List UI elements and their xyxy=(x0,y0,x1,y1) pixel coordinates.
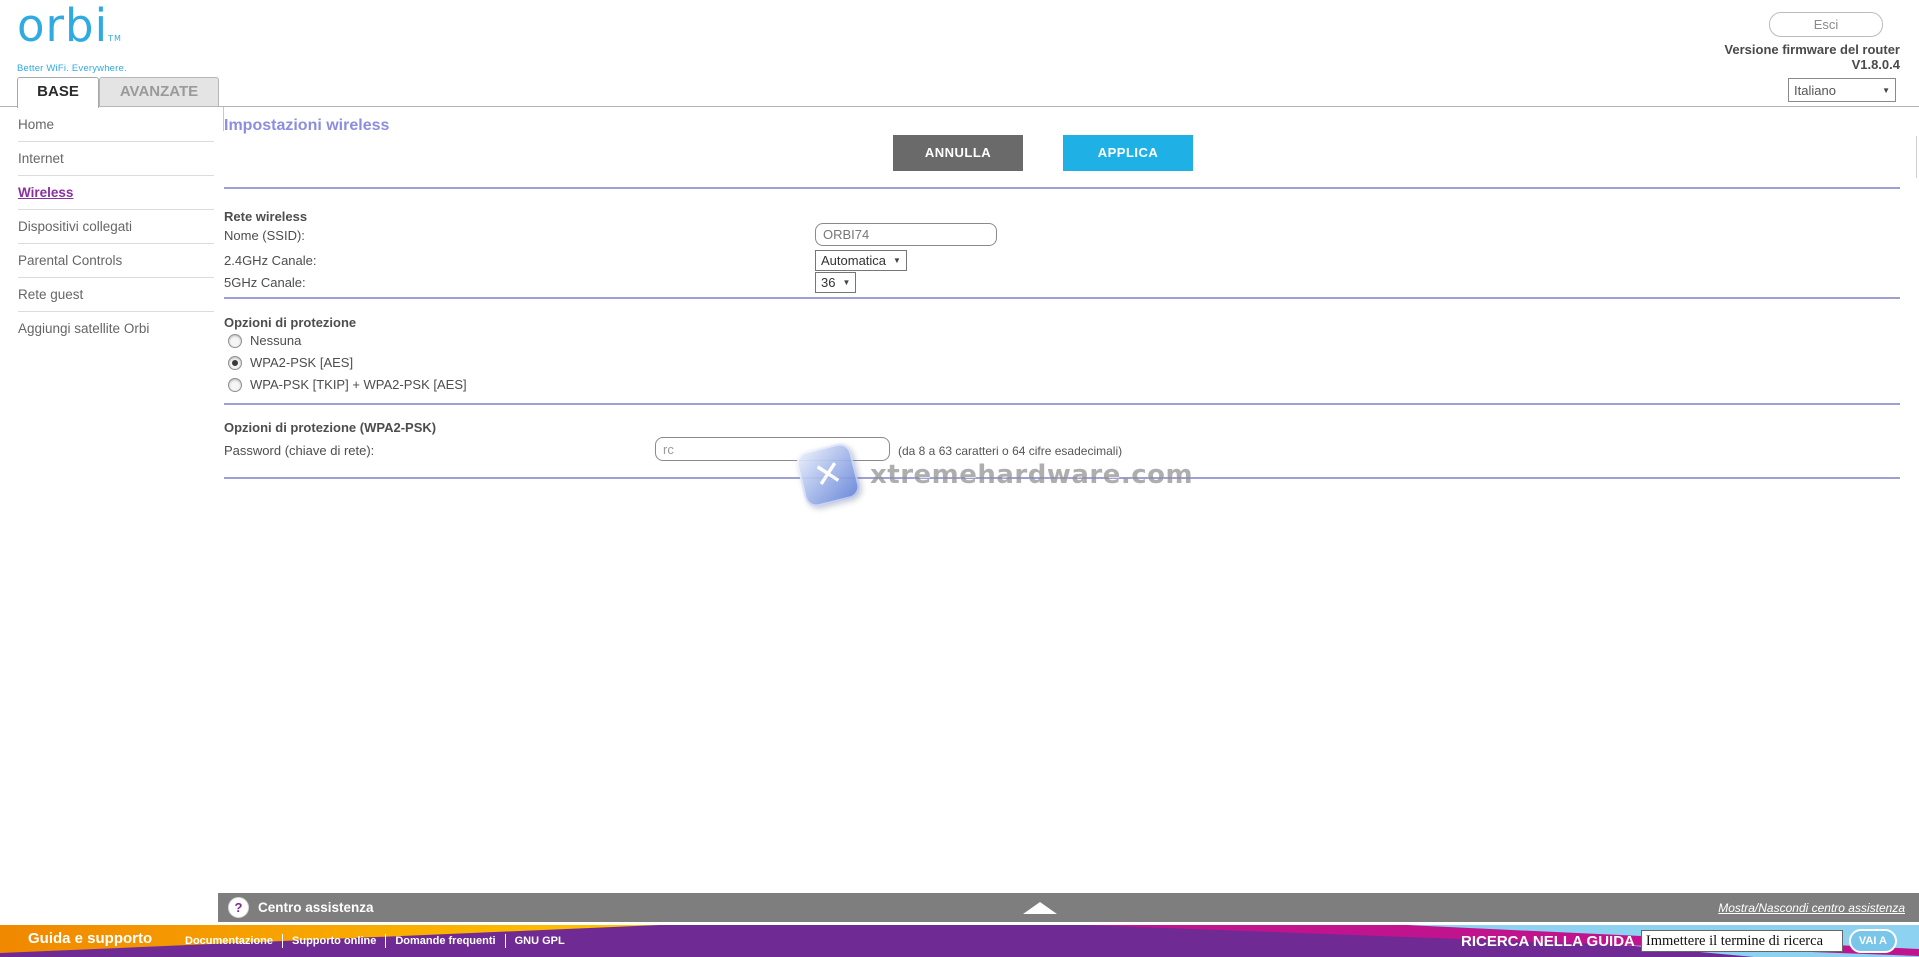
footer-bar: Guida e supporto Documentazione Supporto… xyxy=(0,925,1919,957)
sidebar-item-aggiungi-satellite[interactable]: Aggiungi satellite Orbi xyxy=(18,312,214,345)
radio-icon[interactable] xyxy=(228,333,242,348)
watermark-text: xtremehardware.com xyxy=(870,460,1194,490)
radio-option-wpa2-psk-aes[interactable]: WPA2-PSK [AES] xyxy=(228,355,353,370)
ssid-label: Nome (SSID): xyxy=(224,228,305,243)
section-divider xyxy=(224,187,1900,189)
tab-base[interactable]: BASE xyxy=(17,77,99,108)
radio-option-nessuna[interactable]: Nessuna xyxy=(228,333,301,348)
password-label: Password (chiave di rete): xyxy=(224,443,375,458)
tab-avanzate[interactable]: AVANZATE xyxy=(99,77,219,107)
sidebar-item-home[interactable]: Home xyxy=(18,108,214,142)
xtremehardware-watermark: ✕ xtremehardware.com xyxy=(794,441,1194,509)
chevron-down-icon: ▼ xyxy=(842,278,851,287)
orbi-logo-text: orbiTM xyxy=(17,0,122,52)
section-title-wpa2-psk: Opzioni di protezione (WPA2-PSK) xyxy=(224,420,437,435)
channel-24ghz-selected-value: Automatica xyxy=(821,253,887,268)
x-glyph: ✕ xyxy=(809,452,847,498)
link-separator xyxy=(504,934,506,948)
sidebar-item-parental-controls[interactable]: Parental Controls xyxy=(18,244,214,278)
chevron-down-icon: ▼ xyxy=(893,256,901,265)
channel-24ghz-select[interactable]: Automatica ▼ xyxy=(815,250,907,271)
radio-icon[interactable] xyxy=(228,355,242,370)
sidebar-item-rete-guest[interactable]: Rete guest xyxy=(18,278,214,312)
orbi-logo: orbiTM Better WiFi. Everywhere. xyxy=(17,0,127,75)
trademark-symbol: TM xyxy=(108,34,122,43)
ssid-input[interactable] xyxy=(815,223,997,246)
apply-button[interactable]: APPLICA xyxy=(1063,135,1193,171)
link-supporto-online[interactable]: Supporto online xyxy=(292,935,376,947)
sidebar-item-internet[interactable]: Internet xyxy=(18,142,214,176)
support-title: Guida e supporto xyxy=(28,930,153,947)
section-divider xyxy=(224,297,1900,299)
radio-label: Nessuna xyxy=(250,333,302,348)
radio-label: WPA-PSK [TKIP] + WPA2-PSK [AES] xyxy=(250,377,467,392)
section-title-rete-wireless: Rete wireless xyxy=(224,209,308,224)
guide-search-label: RICERCA NELLA GUIDA xyxy=(1460,932,1635,950)
assistance-title: Centro assistenza xyxy=(258,900,374,915)
link-separator xyxy=(385,934,387,948)
sidebar-item-wireless[interactable]: Wireless xyxy=(18,176,214,210)
footer-links: Documentazione Supporto online Domande f… xyxy=(176,925,574,957)
radio-icon[interactable] xyxy=(228,377,242,392)
channel-5ghz-label: 5GHz Canale: xyxy=(224,275,306,290)
guide-search: RICERCA NELLA GUIDA VAI A xyxy=(1461,925,1897,957)
channel-24ghz-label: 2.4GHz Canale: xyxy=(224,253,317,268)
help-icon: ? xyxy=(228,897,249,918)
tabs-bar: BASE AVANZATE xyxy=(0,77,1919,108)
radio-option-wpa-psk-tkip-wpa2-psk-aes[interactable]: WPA-PSK [TKIP] + WPA2-PSK [AES] xyxy=(228,377,467,392)
xtremehardware-logo-icon: ✕ xyxy=(794,441,862,509)
sidebar-nav: Home Internet Wireless Dispositivi colle… xyxy=(0,108,218,345)
wireless-settings-panel: Impostazioni wireless ANNULLA APPLICA Re… xyxy=(224,107,1900,887)
toggle-assistance-link[interactable]: Mostra/Nascondi centro assistenza xyxy=(1718,901,1905,915)
go-button[interactable]: VAI A xyxy=(1848,929,1897,953)
page-title: Impostazioni wireless xyxy=(224,117,390,134)
collapse-up-arrow-icon[interactable] xyxy=(1023,902,1057,914)
channel-5ghz-selected-value: 36 xyxy=(821,275,836,290)
firmware-version-info: Versione firmware del router V1.8.0.4 xyxy=(1724,42,1900,72)
link-separator xyxy=(282,934,284,948)
radio-label: WPA2-PSK [AES] xyxy=(250,355,354,370)
guide-search-input[interactable] xyxy=(1640,930,1843,952)
link-gnu-gpl[interactable]: GNU GPL xyxy=(515,935,565,947)
firmware-label: Versione firmware del router xyxy=(1724,42,1900,57)
link-documentazione[interactable]: Documentazione xyxy=(185,935,273,947)
content-right-divider xyxy=(1916,136,1917,178)
assistance-bar: ? Centro assistenza Mostra/Nascondi cent… xyxy=(218,893,1919,922)
logout-button[interactable]: Esci xyxy=(1769,12,1883,37)
channel-5ghz-select[interactable]: 36 ▼ xyxy=(815,272,857,293)
link-domande-frequenti[interactable]: Domande frequenti xyxy=(395,935,495,947)
firmware-version: V1.8.0.4 xyxy=(1851,57,1900,72)
cancel-button[interactable]: ANNULLA xyxy=(893,135,1023,171)
section-title-protezione: Opzioni di protezione xyxy=(224,315,357,330)
sidebar-item-dispositivi-collegati[interactable]: Dispositivi collegati xyxy=(18,210,214,244)
logo-tagline: Better WiFi. Everywhere. xyxy=(17,63,127,74)
section-divider xyxy=(224,403,1900,405)
